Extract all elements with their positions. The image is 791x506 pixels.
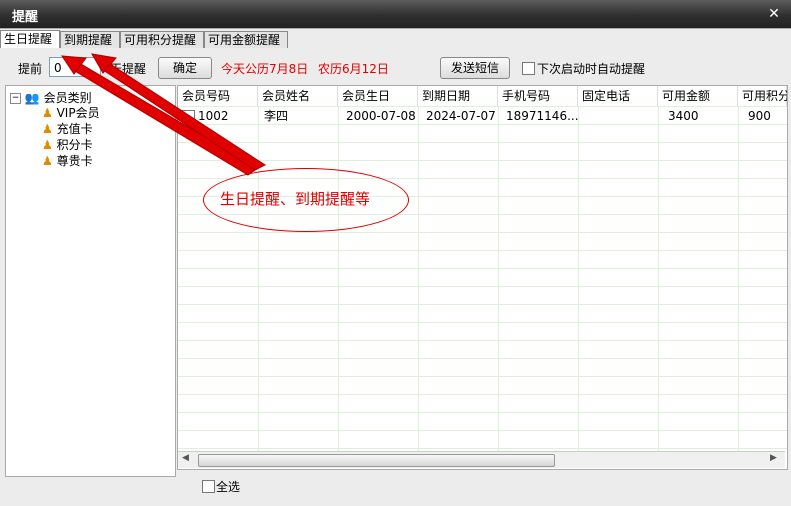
tree-item-label: 尊贵卡 bbox=[56, 154, 93, 168]
tab-expiry[interactable]: 到期提醒 bbox=[60, 31, 120, 48]
confirm-button[interactable]: 确定 bbox=[158, 57, 212, 79]
scroll-thumb[interactable] bbox=[198, 454, 555, 467]
window-title: 提醒 bbox=[12, 10, 39, 25]
cell-expiry[interactable]: 2024-07-07 bbox=[422, 107, 498, 125]
send-sms-button[interactable]: 发送短信 bbox=[440, 57, 510, 79]
close-icon[interactable]: ✕ bbox=[762, 5, 786, 23]
scroll-right-icon[interactable]: ▶ bbox=[770, 453, 777, 463]
cell-phone[interactable] bbox=[582, 107, 658, 125]
column-header[interactable]: 会员生日 bbox=[338, 86, 418, 106]
tree-item-vip[interactable]: ♟ VIP会员 bbox=[42, 104, 100, 121]
person-icon: ♟ bbox=[42, 138, 53, 152]
column-header[interactable]: 固定电话 bbox=[578, 86, 658, 106]
column-header[interactable]: 到期日期 bbox=[418, 86, 498, 106]
today-date-text: 今天公历7月8日 bbox=[221, 62, 309, 76]
tree-item-label: VIP会员 bbox=[56, 106, 100, 120]
grid-lines bbox=[178, 86, 787, 451]
select-all-label: 全选 bbox=[216, 480, 241, 494]
tab-balance[interactable]: 可用金额提醒 bbox=[204, 31, 288, 48]
column-header[interactable]: 会员号码 bbox=[178, 86, 258, 106]
column-header[interactable]: 会员姓名 bbox=[258, 86, 338, 106]
cell-points[interactable]: 900 bbox=[744, 107, 787, 125]
lunar-date-text: 农历6月12日 bbox=[318, 62, 389, 76]
tree-root-label: 会员类别 bbox=[43, 91, 92, 105]
person-icon: ♟ bbox=[42, 106, 53, 120]
person-icon: ♟ bbox=[42, 122, 53, 136]
days-after-label: 天提醒 bbox=[110, 62, 147, 76]
tree-item-points[interactable]: ♟ 积分卡 bbox=[42, 136, 93, 153]
tree-item-label: 积分卡 bbox=[56, 138, 93, 152]
member-grid: 会员号码 会员姓名 会员生日 到期日期 手机号码 固定电话 可用金额 可用积分 … bbox=[177, 85, 788, 470]
tree-item-label: 充值卡 bbox=[56, 122, 93, 136]
tree-item-recharge[interactable]: ♟ 充值卡 bbox=[42, 120, 93, 137]
horizontal-scrollbar[interactable]: ◀ ▶ bbox=[178, 451, 785, 468]
tree-item-premium[interactable]: ♟ 尊贵卡 bbox=[42, 152, 93, 169]
cell-balance[interactable]: 3400 bbox=[664, 107, 738, 125]
cell-member-no[interactable]: 1002 bbox=[194, 107, 258, 125]
auto-remind-checkbox[interactable] bbox=[522, 62, 535, 75]
scroll-left-icon[interactable]: ◀ bbox=[182, 453, 189, 463]
tab-points[interactable]: 可用积分提醒 bbox=[120, 31, 204, 48]
select-all-checkbox[interactable] bbox=[202, 480, 215, 493]
users-icon: 👥 bbox=[24, 91, 40, 105]
column-header[interactable]: 手机号码 bbox=[498, 86, 578, 106]
collapse-icon[interactable]: − bbox=[10, 93, 21, 104]
auto-remind-label: 下次启动时自动提醒 bbox=[537, 62, 646, 76]
cell-birthday[interactable]: 2000-07-08 bbox=[342, 107, 418, 125]
cell-member-name[interactable]: 李四 bbox=[260, 107, 338, 125]
annotation-text: 生日提醒、到期提醒等 bbox=[220, 190, 371, 208]
member-category-tree: − 👥 会员类别 ♟ VIP会员 ♟ 充值卡 ♟ 积分卡 ♟ 尊贵卡 bbox=[5, 85, 176, 477]
column-header[interactable]: 可用积分 bbox=[738, 86, 787, 106]
days-before-label: 提前 bbox=[18, 62, 43, 76]
column-header[interactable]: 可用金额 bbox=[658, 86, 738, 106]
tab-birthday[interactable]: 生日提醒 bbox=[0, 30, 60, 48]
cell-mobile[interactable]: 18971146... bbox=[502, 107, 578, 125]
person-icon: ♟ bbox=[42, 154, 53, 168]
days-input[interactable]: 0 bbox=[49, 57, 101, 77]
title-bar: 提醒 ✕ bbox=[0, 0, 791, 28]
